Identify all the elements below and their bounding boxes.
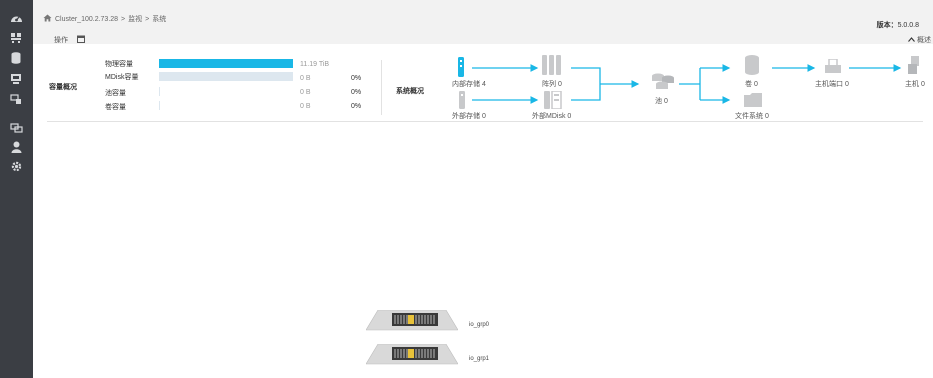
storage-enclosure-icon: [365, 343, 459, 365]
copy-services-icon[interactable]: [9, 122, 23, 134]
arrays-node[interactable]: [541, 55, 563, 75]
toolbar: 操作: [54, 35, 85, 45]
capacity-bar: [159, 87, 294, 96]
capacity-value: 0 B: [300, 103, 311, 110]
capacity-bar-fill: [159, 72, 293, 81]
version-label: 版本：: [876, 22, 898, 29]
dashboard-icon[interactable]: [9, 11, 23, 23]
internal-storage-label[interactable]: 内部存储 4: [452, 79, 486, 89]
access-icon[interactable]: [9, 141, 23, 153]
storage-pool-icon[interactable]: [9, 52, 23, 64]
external-mdisk-icon: [544, 91, 562, 109]
io-group-enclosure[interactable]: [365, 343, 459, 368]
capacity-value: 0 B: [300, 75, 311, 82]
version-info: 版本：5.0.0.8: [877, 20, 919, 30]
io-group-label[interactable]: io_grp1: [469, 356, 489, 362]
capacity-label: 物理容量: [105, 61, 133, 68]
settings-icon[interactable]: [9, 160, 23, 172]
hosts-node[interactable]: [908, 56, 920, 74]
monitor-icon[interactable]: [9, 31, 23, 43]
io-group-enclosure[interactable]: [365, 309, 459, 334]
capacity-value: 11.19 TiB: [300, 61, 330, 68]
file-systems-label[interactable]: 文件系统 0: [735, 111, 769, 121]
external-storage-icon: [459, 91, 465, 109]
capacity-percent: 0%: [351, 103, 362, 110]
host-ports-node[interactable]: [824, 59, 842, 73]
storage-enclosure-icon: [365, 309, 459, 331]
capacity-label: MDisk容量: [105, 74, 139, 81]
breadcrumb-system: 系统: [152, 16, 167, 23]
arrays-icon: [542, 55, 561, 75]
volumes-label[interactable]: 卷 0: [745, 79, 758, 89]
capacity-bar: [159, 101, 294, 110]
volumes-icon[interactable]: [9, 72, 23, 84]
internal-storage-node[interactable]: [457, 57, 465, 77]
internal-storage-icon: [458, 57, 464, 77]
volumes-node[interactable]: [744, 55, 760, 75]
capacity-percent: 0%: [351, 89, 362, 96]
hosts-label[interactable]: 主机 0: [905, 79, 925, 89]
chevron-up-icon: [908, 37, 917, 44]
pools-node[interactable]: [651, 73, 675, 91]
home-icon[interactable]: [43, 14, 52, 24]
breadcrumb: Cluster_100.2.73.28 > 监视 > 系统: [43, 14, 166, 24]
breadcrumb-separator: >: [121, 15, 126, 23]
host-port-icon: [825, 59, 841, 73]
breadcrumb-cluster[interactable]: Cluster_100.2.73.28: [55, 16, 118, 23]
hosts-icon[interactable]: [9, 93, 23, 105]
external-mdisk-label[interactable]: 外部MDisk 0: [532, 111, 571, 121]
external-storage-label[interactable]: 外部存储 0: [452, 111, 486, 121]
capacity-label: 池容量: [105, 90, 126, 97]
breadcrumb-separator: >: [145, 15, 150, 23]
capacity-bar: [159, 72, 293, 81]
capacity-section-label: 容量概况: [49, 84, 77, 91]
capacity-bar: [159, 59, 293, 68]
arrays-label[interactable]: 阵列 0: [542, 79, 562, 89]
capacity-percent: 0%: [351, 75, 362, 82]
folder-icon: [744, 93, 762, 107]
actions-menu[interactable]: 操作: [54, 35, 68, 45]
left-nav-rail: [0, 0, 33, 378]
collapse-label: 概述: [917, 37, 931, 44]
capacity-bar-fill: [159, 59, 293, 68]
file-systems-node[interactable]: [744, 93, 762, 107]
calendar-icon[interactable]: [77, 35, 85, 45]
capacity-value: 0 B: [300, 89, 311, 96]
io-group-label[interactable]: io_grp0: [469, 322, 489, 328]
collapse-overview-button[interactable]: 概述: [908, 35, 931, 45]
panel-divider: [381, 60, 382, 115]
host-server-icon: [908, 56, 919, 74]
top-bar: [33, 0, 933, 44]
external-storage-node[interactable]: [459, 91, 465, 109]
capacity-label: 卷容量: [105, 104, 126, 111]
system-section-label: 系统概况: [396, 88, 424, 95]
breadcrumb-monitor[interactable]: 监视: [128, 14, 142, 24]
pools-icon: [652, 73, 674, 89]
volume-cylinder-icon: [745, 55, 759, 75]
pools-label[interactable]: 池 0: [655, 96, 668, 106]
external-mdisk-node[interactable]: [544, 91, 562, 109]
host-ports-label[interactable]: 主机端口 0: [815, 79, 849, 89]
version-value: 5.0.0.8: [897, 22, 919, 29]
